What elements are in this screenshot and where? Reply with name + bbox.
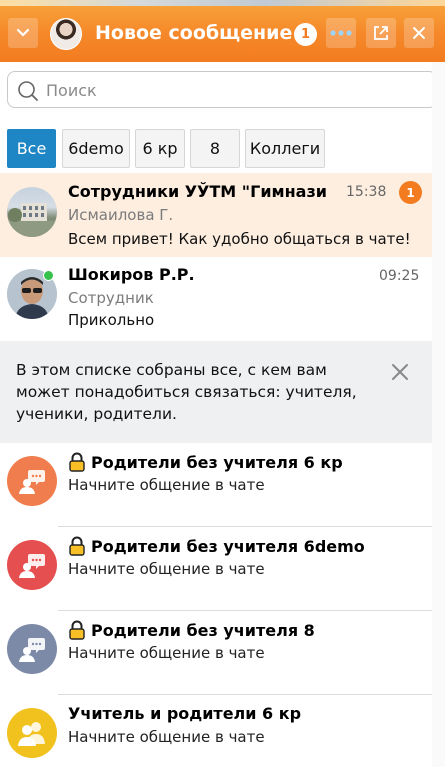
group-avatar (7, 456, 57, 506)
chat-header: Новое сообщение 1 (0, 0, 445, 62)
list-item[interactable]: Родители без учителя 6demo Начните общен… (0, 527, 432, 610)
group-chat-icon (19, 554, 45, 578)
group-name: Родители без учителя 8 (68, 620, 315, 640)
list-item[interactable]: Учитель и родители 6 кр Начните общение … (0, 695, 432, 767)
group-chat-icon (19, 470, 45, 494)
filter-6demo[interactable]: 6demo (62, 129, 130, 168)
window-top-strip (0, 0, 445, 6)
search-box[interactable] (7, 71, 437, 108)
group-subtitle: Начните общение в чате (68, 476, 265, 494)
search-icon (18, 81, 38, 101)
chat-last-message: Прикольно (68, 311, 155, 329)
collapse-button[interactable] (8, 18, 38, 48)
external-link-icon (374, 26, 388, 40)
group-name: Родители без учителя 6demo (68, 536, 365, 556)
chat-name: Сотрудники УЎТМ "Гимнази (68, 182, 327, 201)
filter-8[interactable]: 8 (190, 129, 240, 168)
group-name-label: Родители без учителя 8 (91, 620, 315, 640)
close-button[interactable] (404, 18, 434, 48)
open-external-button[interactable] (366, 18, 396, 48)
group-subtitle: Начните общение в чате (68, 728, 265, 746)
group-avatar (7, 708, 57, 758)
chat-name: Шокиров Р.Р. (68, 265, 195, 284)
filter-all[interactable]: Все (7, 129, 56, 168)
info-banner: В этом списке собраны все, с кем вам мож… (0, 341, 432, 443)
chat-row[interactable]: Шокиров Р.Р. 09:25 Сотрудник Прикольно (0, 257, 432, 341)
group-name-label: Родители без учителя 6demo (91, 536, 365, 556)
group-name: Учитель и родители 6 кр (68, 704, 301, 723)
unread-badge: 1 (294, 23, 317, 46)
online-indicator (43, 270, 54, 281)
chat-avatar (7, 187, 57, 237)
chat-sender: Сотрудник (68, 289, 154, 307)
group-name: Родители без учителя 6 кр (68, 452, 343, 472)
chat-time: 09:25 (379, 268, 420, 284)
filter-6kr[interactable]: 6 кр (135, 129, 185, 168)
group-chat-icon (19, 638, 45, 662)
more-button[interactable] (326, 18, 356, 48)
chat-time: 15:38 (346, 184, 387, 200)
chat-sender: Исмаилова Г. (68, 206, 174, 224)
search-input[interactable] (46, 78, 426, 102)
chevron-down-icon (16, 28, 30, 37)
unread-badge: 1 (399, 181, 422, 204)
group-avatar (7, 540, 57, 590)
lock-icon (69, 452, 85, 472)
group-subtitle: Начните общение в чате (68, 644, 265, 662)
building-photo (7, 203, 57, 237)
avatar[interactable] (50, 18, 82, 50)
info-banner-text: В этом списке собраны все, с кем вам мож… (16, 361, 357, 423)
filter-colleagues[interactable]: Коллеги (245, 129, 325, 168)
page-title: Новое сообщение (95, 22, 293, 44)
chat-row[interactable]: Сотрудники УЎТМ "Гимнази 15:38 1 Исмаило… (0, 173, 432, 257)
list-item[interactable]: Родители без учителя 6 кр Начните общени… (0, 443, 432, 526)
group-name-label: Родители без учителя 6 кр (91, 452, 343, 472)
more-icon (330, 30, 352, 36)
group-name-label: Учитель и родители 6 кр (68, 704, 302, 723)
group-people-icon (18, 722, 45, 746)
close-icon (413, 27, 425, 39)
chat-last-message: Всем привет! Как удобно общаться в чате! (68, 230, 411, 248)
lock-icon (69, 620, 85, 640)
close-icon[interactable] (391, 363, 409, 381)
scrollbar[interactable] (432, 62, 445, 767)
group-avatar (7, 624, 57, 674)
list-item[interactable]: Родители без учителя 8 Начните общение в… (0, 611, 432, 694)
group-subtitle: Начните общение в чате (68, 560, 265, 578)
lock-icon (69, 536, 85, 556)
